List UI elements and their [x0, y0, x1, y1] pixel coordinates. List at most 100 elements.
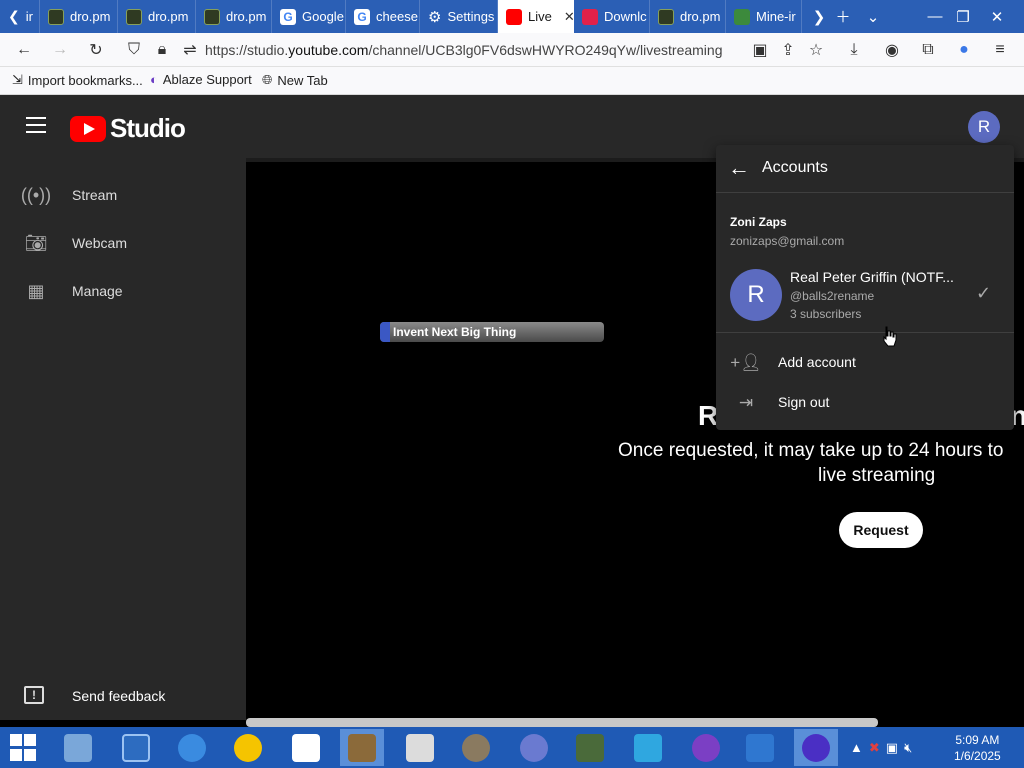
profile-icon[interactable]: ● — [954, 40, 974, 60]
tab-label: Mine-ir — [756, 9, 796, 24]
tab-live-active[interactable]: Live ✕ — [498, 0, 574, 33]
taskbar-app-yahoo-messenger[interactable] — [226, 729, 270, 766]
restore-icon[interactable]: ❐ — [946, 0, 980, 33]
back-arrow-icon[interactable]: ← — [728, 157, 750, 179]
bookmark-ablaze[interactable]: ◐ Ablaze Support — [150, 72, 252, 87]
tab-dro-1[interactable]: dro.pm — [40, 0, 118, 33]
taskbar-app-a[interactable] — [738, 729, 782, 766]
dro-favicon-icon — [126, 8, 142, 25]
browser-nav-bar: ← → ↻ ⛉ 🔒︎ ⇌ https://studio.youtube.com/… — [0, 33, 1024, 67]
tab-dro-4[interactable]: dro.pm — [650, 0, 726, 33]
menu-icon[interactable]: ≡ — [990, 40, 1010, 60]
taskbar-app-gimp[interactable] — [454, 729, 498, 766]
download-icon[interactable]: ⤓ — [844, 40, 864, 60]
spiky-ball-icon — [520, 733, 548, 762]
volume-muted-icon[interactable]: 🔇︎ — [904, 740, 912, 756]
window-close-icon[interactable]: ✕ — [980, 0, 1014, 33]
request-message-line1: Once requested, it may take up to 24 hou… — [618, 440, 1004, 461]
computer-icon — [576, 733, 604, 762]
tab-label: dro.pm — [148, 9, 189, 24]
accounts-header: ← Accounts — [716, 145, 1014, 193]
youtube-logo-icon — [70, 115, 106, 142]
share-icon[interactable]: ⇪ — [778, 40, 798, 60]
broadcast-icon: ((•)) — [20, 184, 52, 205]
sidebar-item-webcam[interactable]: 📷︎ Webcam — [0, 223, 246, 263]
browser-app-icon — [802, 733, 830, 762]
horizontal-scrollbar[interactable] — [246, 718, 878, 727]
youtube-studio-logo[interactable]: Studio — [70, 113, 186, 144]
add-person-icon: +👤︎ — [730, 353, 762, 372]
tab-scroll-left[interactable]: ❮ ir — [0, 0, 40, 33]
bookmarks-bar: ⇲ Import bookmarks... ◐ Ablaze Support 🌐… — [0, 67, 1024, 95]
send-feedback-label: Send feedback — [72, 688, 166, 704]
request-button[interactable]: Request — [839, 512, 923, 548]
sidebar-item-manage[interactable]: ▦ Manage — [0, 271, 246, 311]
invent-next-big-thing-bar[interactable]: Invent Next Big Thing — [380, 322, 604, 342]
dro-favicon-icon — [658, 8, 674, 25]
tab-label: Live — [528, 9, 552, 24]
start-button[interactable] — [2, 729, 46, 766]
sidebar-item-stream[interactable]: ((•)) Stream — [0, 175, 246, 215]
tab-google[interactable]: G Google — [272, 0, 346, 33]
tab-mine[interactable]: Mine-ir — [726, 0, 802, 33]
hamburger-menu-icon[interactable] — [26, 117, 46, 133]
account-avatar-button[interactable]: R — [968, 111, 1000, 143]
forward-arrow-icon[interactable]: → — [50, 40, 70, 60]
a-app-icon — [746, 733, 774, 762]
bookmark-import[interactable]: ⇲ Import bookmarks... — [12, 72, 143, 88]
tab-settings[interactable]: ⚙ Settings — [420, 0, 498, 33]
taskbar-app-browser[interactable] — [794, 729, 838, 766]
google-favicon-icon: G — [280, 8, 296, 25]
taskbar-app-minecraft[interactable] — [340, 729, 384, 766]
google-favicon-icon: G — [354, 8, 370, 25]
tab-list-chevron-down-icon[interactable]: ⌄ — [856, 0, 890, 33]
tray-expand-chevron-up-icon[interactable]: ▲ — [850, 740, 863, 755]
taskbar-app-sync[interactable] — [170, 729, 214, 766]
reader-view-icon[interactable]: ▣ — [750, 40, 770, 60]
sidebar-item-label: Manage — [72, 283, 123, 299]
taskbar-app-virus[interactable] — [512, 729, 556, 766]
windows-taskbar: ▲ ✖ ▣ 🔇︎ 5:09 AM 1/6/2025 — [0, 727, 1024, 768]
tab-label: Settings — [447, 9, 495, 24]
reload-icon[interactable]: ↻ — [86, 40, 106, 60]
tab-download[interactable]: Downlc — [574, 0, 650, 33]
system-tray: ▲ ✖ ▣ 🔇︎ — [850, 729, 912, 766]
calendar-icon: ▦ — [27, 280, 45, 301]
close-icon[interactable]: ✕ — [564, 9, 573, 25]
send-feedback-button[interactable]: ! Send feedback — [0, 676, 246, 716]
channel-account-item[interactable]: R Real Peter Griffin (NOTF... @balls2ren… — [716, 261, 1014, 333]
taskbar-app-explorer[interactable] — [56, 729, 100, 766]
bookmark-new-tab[interactable]: 🌐︎ New Tab — [262, 72, 328, 88]
add-account-label: Add account — [778, 354, 856, 370]
display-icon[interactable]: ▣ — [886, 740, 898, 756]
channel-avatar: R — [730, 269, 782, 321]
powershell-icon — [122, 733, 150, 762]
shield-icon[interactable]: ⛉ — [124, 40, 144, 60]
channel-name: Real Peter Griffin (NOTF... — [790, 269, 954, 285]
extensions-icon[interactable]: ⧉ — [918, 40, 938, 60]
taskbar-app-powershell[interactable] — [114, 729, 158, 766]
tab-dro-2[interactable]: dro.pm — [118, 0, 196, 33]
dro-favicon-icon — [204, 8, 220, 25]
taskbar-app-computer[interactable] — [568, 729, 612, 766]
sign-out-button[interactable]: ⇥ Sign out — [716, 383, 1014, 423]
url-input[interactable]: https://studio.youtube.com/channel/UCB3l… — [205, 39, 745, 61]
taskbar-app-photo[interactable] — [398, 729, 442, 766]
taskbar-clock[interactable]: 5:09 AM 1/6/2025 — [954, 732, 1001, 764]
back-arrow-icon[interactable]: ← — [14, 40, 34, 60]
tab-dro-3[interactable]: dro.pm — [196, 0, 272, 33]
add-account-button[interactable]: +👤︎ Add account — [716, 343, 1014, 383]
file-explorer-icon — [64, 733, 92, 762]
bookmark-star-icon[interactable]: ☆ — [806, 40, 826, 60]
taskbar-app-w[interactable] — [626, 729, 670, 766]
lock-icon[interactable]: 🔒︎ — [152, 40, 172, 60]
account-icon[interactable]: ◉ — [882, 40, 902, 60]
taskbar-app-yahoo[interactable] — [684, 729, 728, 766]
tab-cheese[interactable]: G cheese — [346, 0, 420, 33]
tab-label: Downlc — [604, 9, 647, 24]
channel-handle: @balls2rename — [790, 289, 875, 303]
permissions-icon[interactable]: ⇌ — [180, 40, 200, 60]
network-error-icon[interactable]: ✖ — [869, 740, 880, 756]
taskbar-app-notepad[interactable] — [284, 729, 328, 766]
new-tab-plus-icon[interactable]: ＋ — [826, 0, 860, 33]
